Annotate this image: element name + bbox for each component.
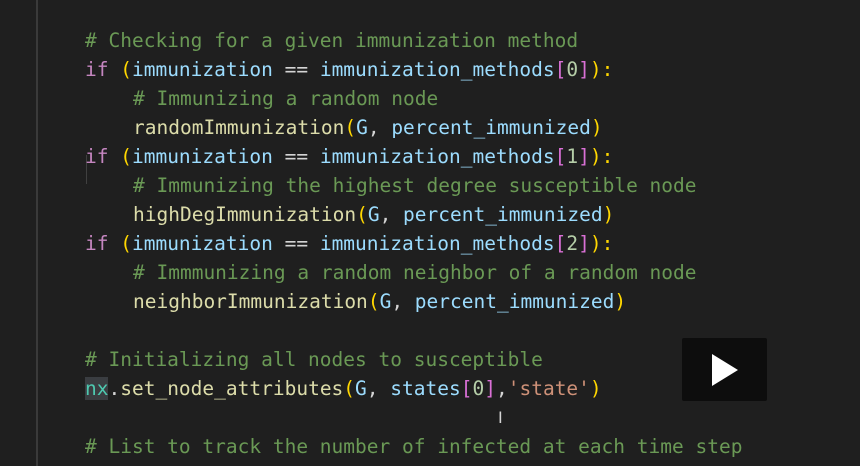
play-icon [712,354,738,386]
variable: immunization [131,145,273,168]
argument: percent_immunized [391,116,591,139]
paren: ): [589,145,614,168]
variable: immunization_methods [319,145,555,168]
paren: ( [344,116,357,139]
comment: # Immmunizing a random neighbor of a ran… [133,261,697,284]
paren: ) [589,377,602,400]
separator: , [379,203,404,226]
paren: ): [589,232,614,255]
bracket: ] [578,232,590,255]
code-line-13: # List to track the number of infected a… [85,432,742,461]
argument: G [355,377,367,400]
argument: percent_immunized [414,290,615,313]
variable: immunization_methods [319,58,555,81]
separator: , [367,116,392,139]
function-name: randomImmunization [133,116,345,139]
code-line-10: neighborImmunization(G, percent_immunize… [133,287,626,316]
dot: . [108,377,121,400]
separator: , [495,377,508,400]
bracket: ] [578,58,590,81]
paren: ( [367,290,380,313]
comment: # Checking for a given immunization meth… [85,29,579,52]
keyword: if [85,232,109,255]
bracket: [ [554,58,567,81]
comment: # Immunizing the highest degree suscepti… [133,174,697,197]
comment: # List to track the number of infected a… [85,435,743,458]
video-play-button[interactable] [682,338,767,401]
number: 0 [472,377,485,400]
operator: == [272,58,320,81]
code-line-6: # Immunizing the highest degree suscepti… [133,171,697,200]
function-name: highDegImmunization [133,203,357,226]
string-literal: 'state' [507,377,590,400]
function-name: set_node_attributes [120,377,344,400]
code-line-3: # Immunizing a random node [133,84,438,113]
code-line-2: if (immunization == immunization_methods… [85,55,613,84]
code-line-11: # Initializing all nodes to susceptible [85,345,543,374]
keyword: if [85,58,109,81]
paren: ) [590,116,603,139]
argument: G [367,203,380,226]
paren: ) [614,290,627,313]
bracket: ] [578,145,590,168]
comment: # Initializing all nodes to susceptible [85,348,543,371]
number: 0 [566,58,579,81]
operator: == [272,145,320,168]
number: 2 [566,232,579,255]
function-name: neighborImmunization [133,290,368,313]
bracket: [ [554,145,567,168]
variable: immunization [131,58,273,81]
bracket: [ [460,377,473,400]
code-line-5: if (immunization == immunization_methods… [85,142,613,171]
bracket: ] [484,377,496,400]
argument: G [379,290,392,313]
operator: == [272,232,320,255]
keyword: if [85,145,109,168]
paren: ( [356,203,368,226]
code-line-8: if (immunization == immunization_methods… [85,229,613,258]
separator: , [391,290,415,313]
code-line-12: nx.set_node_attributes(G, states[0],'sta… [85,374,602,403]
code-line-1: # Checking for a given immunization meth… [85,26,578,55]
argument: states [390,377,461,400]
paren: ( [108,232,132,255]
code-line-7: highDegImmunization(G, percent_immunized… [133,200,614,229]
module-name-highlighted: nx [85,377,109,400]
variable: immunization_methods [319,232,555,255]
argument: percent_immunized [403,203,603,226]
code-line-9: # Immmunizing a random neighbor of a ran… [133,258,697,287]
paren: ( [108,145,132,168]
text-cursor-icon: I [498,408,503,427]
number: 1 [566,145,579,168]
paren: ( [108,58,132,81]
argument: G [356,116,368,139]
variable: immunization [131,232,273,255]
separator: , [366,377,391,400]
paren: ( [343,377,356,400]
paren: ) [602,203,615,226]
comment: # Immunizing a random node [133,87,439,110]
paren: ): [589,58,614,81]
code-line-4: randomImmunization(G, percent_immunized) [133,113,603,142]
bracket: [ [554,232,567,255]
